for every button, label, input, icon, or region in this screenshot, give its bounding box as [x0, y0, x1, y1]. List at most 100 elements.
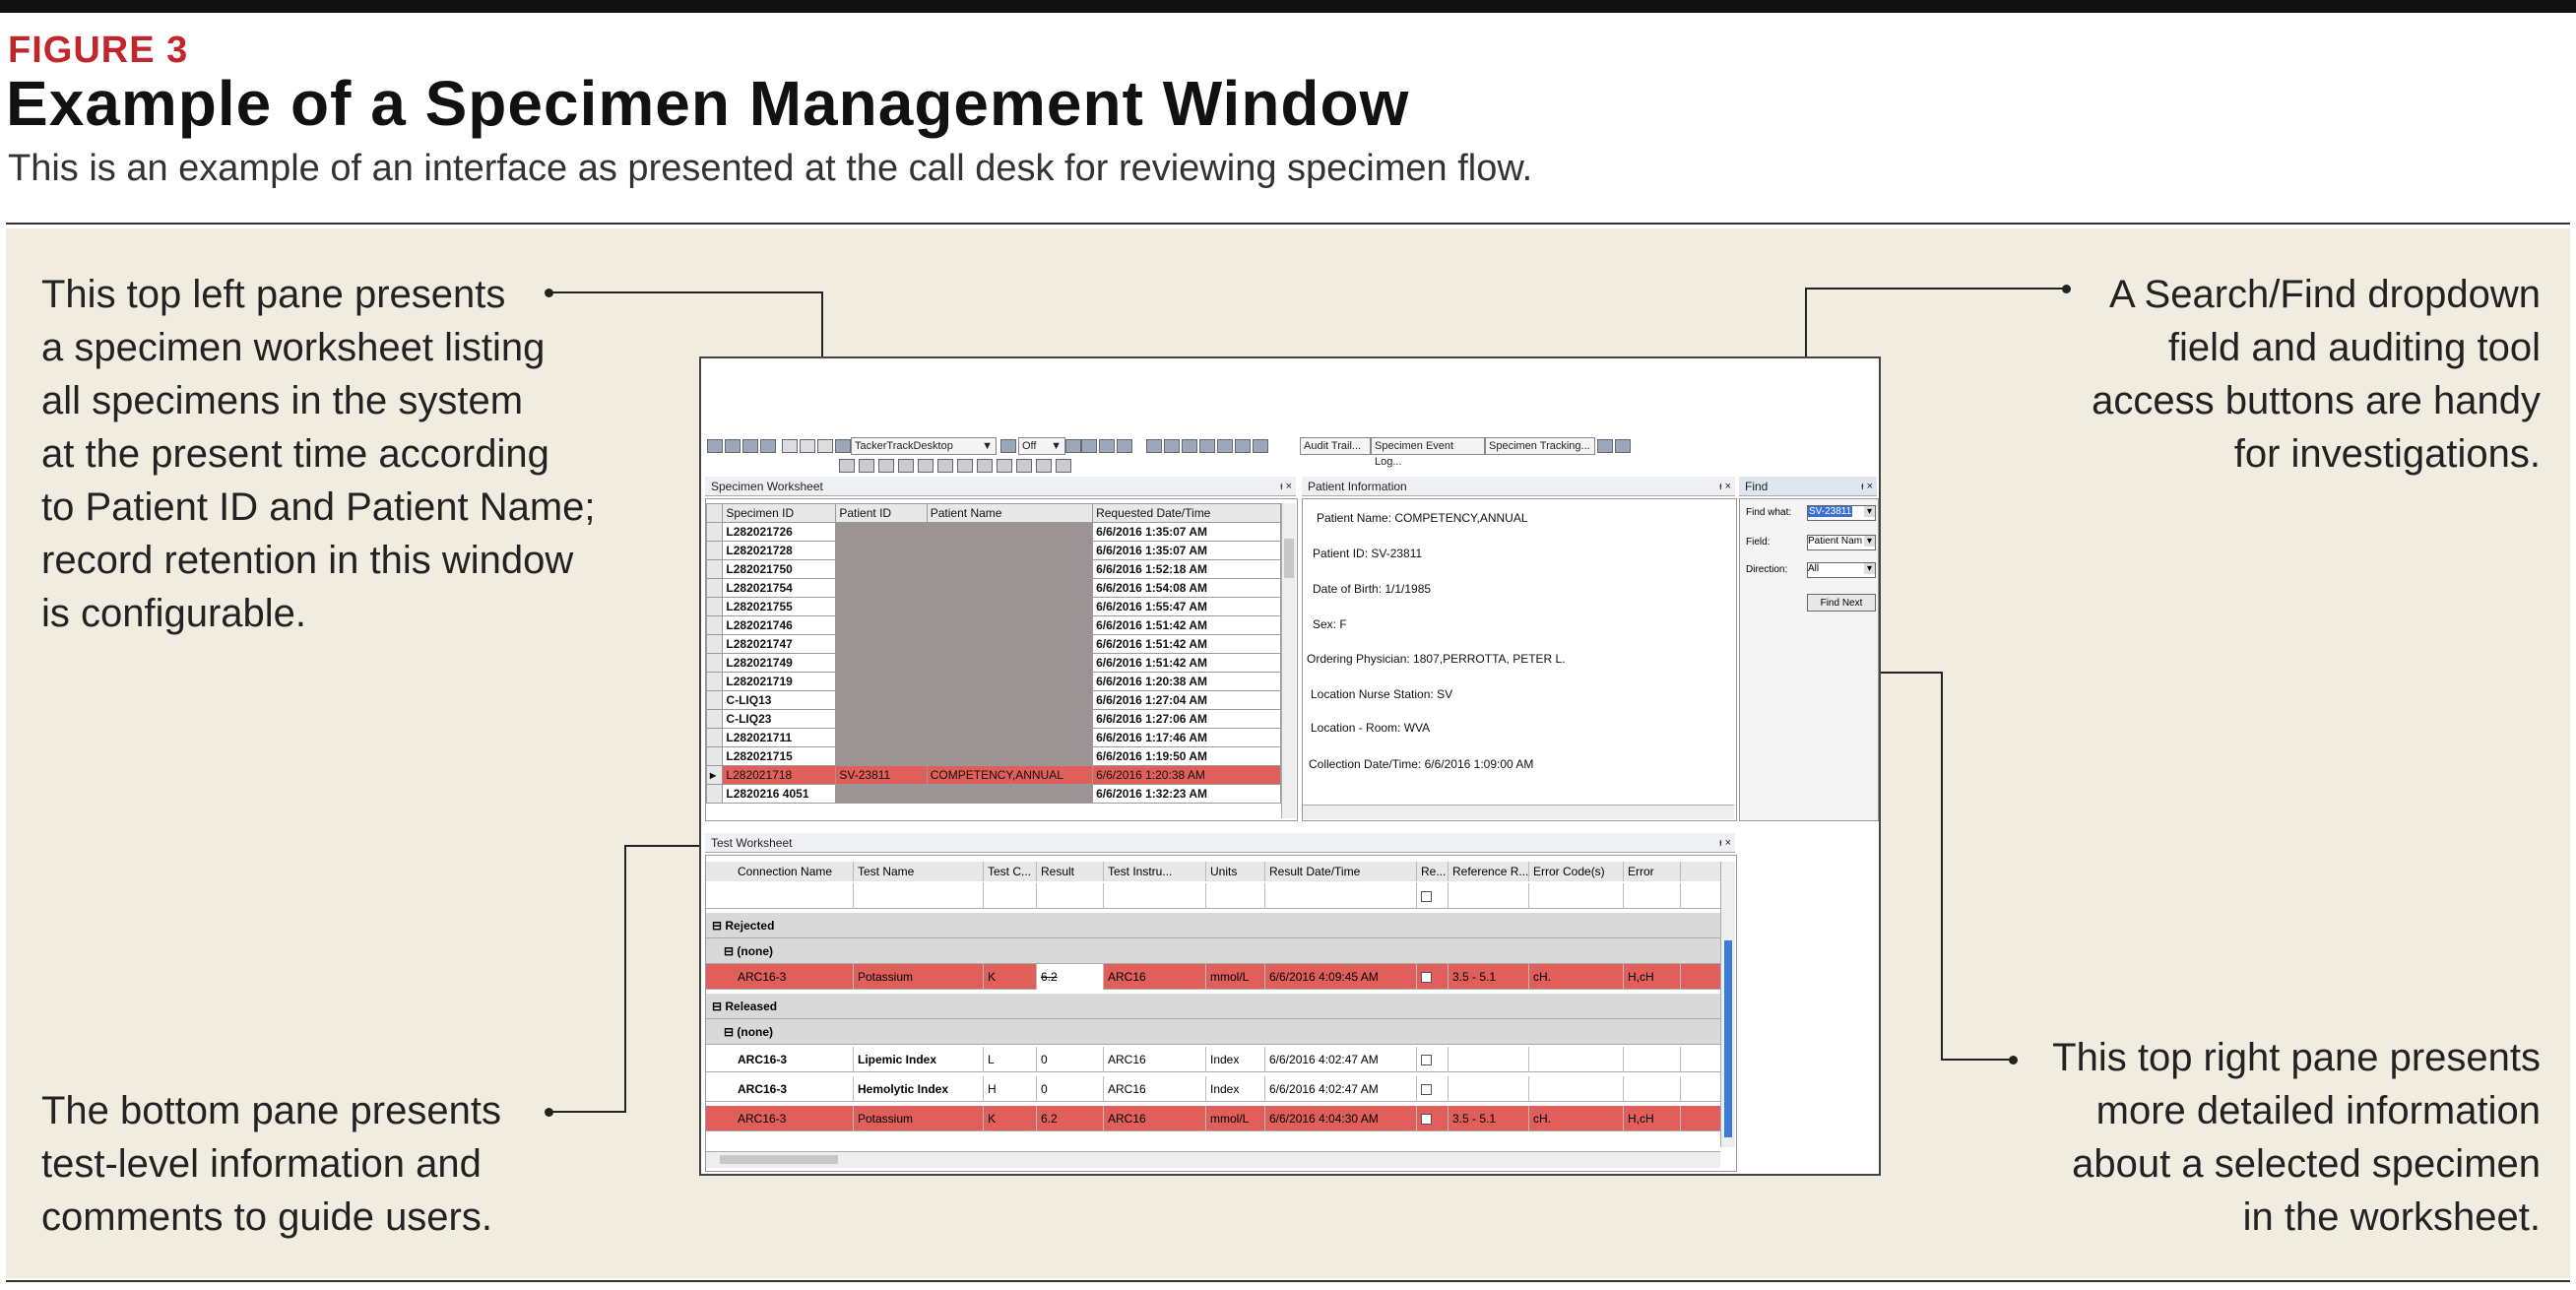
small-icon[interactable] — [839, 459, 855, 473]
vertical-scrollbar[interactable] — [1281, 503, 1296, 818]
test-cell[interactable]: 0 — [1037, 1047, 1104, 1072]
test-row[interactable]: ARC16-3 Potassium K 6.2 ARC16 mmol/L 6/6/2016 … — [706, 1106, 1720, 1131]
cut-icon[interactable] — [782, 439, 798, 453]
specimen-row[interactable]: L2820216 4051 6/6/2016 1:32:23 AM — [706, 784, 1281, 804]
specimen-row[interactable]: L282021715 6/6/2016 1:19:50 AM — [706, 746, 1281, 766]
specimen-cell-dt[interactable]: 6/6/2016 1:27:04 AM — [1092, 690, 1281, 710]
specimen-cell-pid[interactable] — [835, 728, 928, 747]
specimen-cell-pid[interactable] — [835, 615, 928, 635]
specimen-cell-pid[interactable]: SV-23811 — [835, 765, 928, 785]
group-none[interactable]: ⊟ (none) — [706, 1019, 1720, 1045]
vertical-scrollbar[interactable] — [1720, 862, 1735, 1147]
desktop-select[interactable]: TackerTrackDesktop ▼ — [851, 437, 997, 455]
new-row-cell[interactable] — [1417, 883, 1449, 909]
test-cell[interactable]: 6.2 — [1037, 964, 1104, 990]
specimen-cell-pname[interactable] — [926, 690, 1094, 710]
tile-icon[interactable] — [1615, 439, 1631, 453]
row-indicator[interactable] — [706, 541, 724, 560]
pane-pin-close-icon[interactable]: ᵻ × — [1280, 477, 1292, 496]
test-cell[interactable]: 6/6/2016 4:09:45 AM — [1265, 964, 1417, 990]
specimen-cell-pid[interactable] — [835, 541, 928, 560]
specimen-cell-id[interactable]: C-LIQ23 — [722, 709, 837, 729]
specimen-cell-pid[interactable] — [835, 672, 928, 691]
new-row[interactable] — [706, 883, 1720, 909]
grid-icon[interactable] — [1199, 439, 1215, 453]
row-indicator[interactable] — [706, 653, 724, 673]
released-checkbox[interactable] — [1421, 891, 1432, 903]
row-indicator[interactable] — [706, 784, 724, 804]
lock-icon[interactable] — [1235, 439, 1251, 453]
specimen-cell-id[interactable]: L282021755 — [722, 597, 837, 616]
group-none-expander-icon[interactable]: ⊟ — [724, 944, 737, 958]
funnel-icon[interactable] — [1164, 439, 1180, 453]
test-cell[interactable]: cH. — [1529, 1106, 1624, 1131]
test-cell[interactable]: ARC16-3 — [734, 1106, 854, 1131]
find-what-input[interactable]: SV-23811 ▾ — [1807, 505, 1876, 521]
test-cell[interactable]: mmol/L — [1206, 1106, 1265, 1131]
column-header[interactable]: Patient Name — [926, 503, 1094, 523]
small-icon[interactable] — [977, 459, 993, 473]
small-icon[interactable] — [898, 459, 914, 473]
new-row-cell[interactable] — [1037, 883, 1104, 909]
specimen-cell-dt[interactable]: 6/6/2016 1:19:50 AM — [1092, 746, 1281, 766]
specimen-cell-dt[interactable]: 6/6/2016 1:51:42 AM — [1092, 634, 1281, 654]
specimen-event-log-button[interactable]: Specimen Event Log... — [1371, 437, 1485, 468]
new-row-cell[interactable] — [1265, 883, 1417, 909]
column-header[interactable]: Test C... — [984, 862, 1037, 881]
test-cell[interactable]: Hemolytic Index — [854, 1076, 984, 1102]
specimen-cell-dt[interactable]: 6/6/2016 1:20:38 AM — [1092, 765, 1281, 785]
test-cell[interactable] — [1417, 1076, 1449, 1102]
column-header[interactable]: Units — [1206, 862, 1265, 881]
small-icon[interactable] — [1056, 459, 1071, 473]
specimen-row[interactable]: C-LIQ13 6/6/2016 1:27:04 AM — [706, 690, 1281, 710]
row-indicator[interactable] — [706, 522, 724, 542]
column-header[interactable]: Connection Name — [734, 862, 854, 881]
row-indicator[interactable] — [706, 578, 724, 598]
test-cell[interactable] — [1417, 1047, 1449, 1072]
open-icon[interactable] — [707, 439, 723, 453]
new-row-cell[interactable] — [734, 883, 854, 909]
test-worksheet-header[interactable]: Connection Name Test Name Test C... Result T… — [706, 862, 1720, 881]
test-cell[interactable]: L — [984, 1047, 1037, 1072]
test-cell[interactable]: K — [984, 964, 1037, 990]
specimen-cell-pname[interactable] — [926, 634, 1094, 654]
specimen-cell-id[interactable]: L2820216 4051 — [722, 784, 837, 804]
released-checkbox[interactable] — [1421, 1084, 1432, 1096]
specimen-cell-dt[interactable]: 6/6/2016 1:54:08 AM — [1092, 578, 1281, 598]
specimen-cell-pid[interactable] — [835, 634, 928, 654]
info-icon[interactable] — [1036, 459, 1052, 473]
column-header[interactable]: Error — [1624, 862, 1681, 881]
specimen-cell-pid[interactable] — [835, 690, 928, 710]
specimen-cell-pname[interactable] — [926, 522, 1094, 542]
test-cell[interactable]: mmol/L — [1206, 964, 1265, 990]
layout-icon[interactable] — [1000, 439, 1016, 453]
column-header[interactable]: Patient ID — [835, 503, 928, 523]
tag-icon[interactable] — [1182, 439, 1197, 453]
test-cell[interactable]: 3.5 - 5.1 — [1449, 1106, 1529, 1131]
horizontal-scrollbar[interactable] — [706, 1151, 1720, 1168]
settings-icon[interactable] — [1117, 439, 1132, 453]
off-select[interactable]: Off ▼ — [1018, 437, 1065, 455]
specimen-row[interactable]: L282021726 6/6/2016 1:35:07 AM — [706, 522, 1281, 542]
row-indicator[interactable] — [706, 728, 724, 747]
specimen-cell-pname[interactable] — [926, 653, 1094, 673]
test-cell[interactable]: ARC16 — [1104, 1106, 1206, 1131]
test-cell[interactable] — [1449, 1076, 1529, 1102]
specimen-tracking-button[interactable]: Specimen Tracking... — [1485, 437, 1595, 455]
test-cell[interactable]: ARC16 — [1104, 1076, 1206, 1102]
group-released[interactable]: ⊟ Released — [706, 994, 1720, 1019]
specimen-row[interactable]: L282021719 6/6/2016 1:20:38 AM — [706, 672, 1281, 691]
released-checkbox[interactable] — [1421, 1055, 1432, 1066]
small-icon[interactable] — [859, 459, 874, 473]
print-icon[interactable] — [742, 439, 758, 453]
field-select[interactable]: Patient Nam ▾ — [1807, 535, 1876, 550]
specimen-cell-dt[interactable]: 6/6/2016 1:20:38 AM — [1092, 672, 1281, 691]
test-cell[interactable]: 6/6/2016 4:02:47 AM — [1265, 1076, 1417, 1102]
filter-icon[interactable] — [1146, 439, 1162, 453]
specimen-row[interactable]: L282021754 6/6/2016 1:54:08 AM — [706, 578, 1281, 598]
specimen-cell-id[interactable]: L282021718 — [722, 765, 837, 785]
small-icon[interactable] — [1016, 459, 1032, 473]
specimen-cell-dt[interactable]: 6/6/2016 1:52:18 AM — [1092, 559, 1281, 579]
test-cell[interactable]: K — [984, 1106, 1037, 1131]
copy-icon[interactable] — [800, 439, 815, 453]
